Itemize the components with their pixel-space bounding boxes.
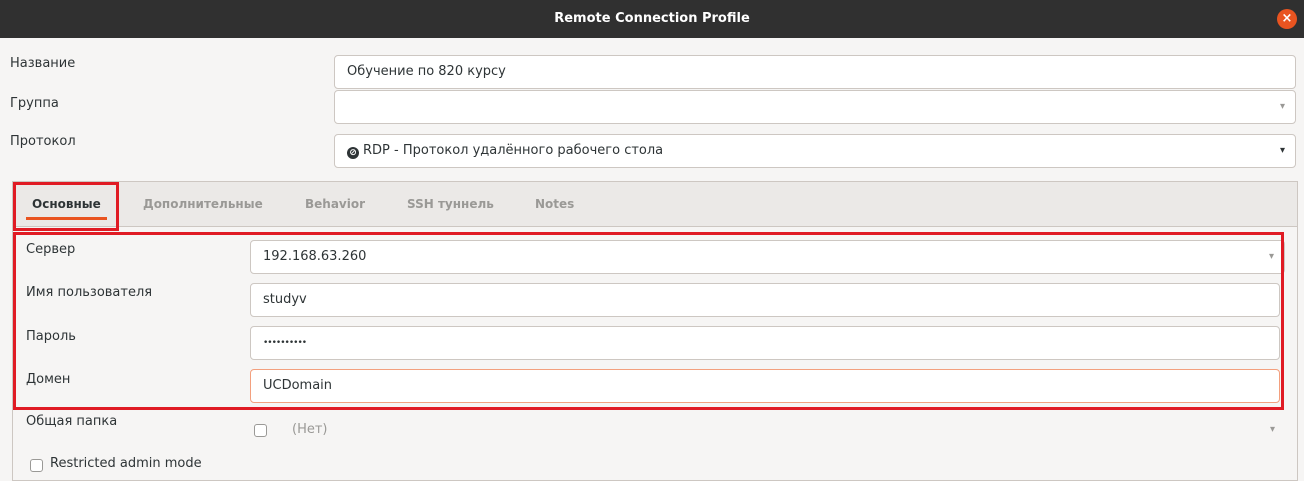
chevron-down-icon[interactable]: ▾ — [1280, 135, 1285, 167]
tab-highlight-box — [13, 182, 119, 231]
name-label: Название — [10, 56, 76, 71]
group-combobox[interactable]: ▾ — [334, 90, 1296, 124]
close-icon[interactable]: × — [1277, 9, 1297, 29]
fields-highlight-box — [13, 232, 1284, 410]
restricted-admin-checkbox[interactable] — [30, 459, 43, 472]
protocol-select-value: ⊘ RDP - Протокол удалённого рабочего стол… — [347, 135, 663, 167]
shared-folder-label: Общая папка — [26, 414, 118, 429]
tab-ssh-tunnel[interactable]: SSH туннель — [407, 182, 494, 226]
chevron-down-icon[interactable]: ▾ — [1280, 91, 1285, 123]
shared-folder-checkbox[interactable] — [254, 424, 267, 437]
group-label: Группа — [10, 96, 59, 111]
tab-advanced[interactable]: Дополнительные — [143, 182, 263, 226]
shared-folder-chooser[interactable]: (Нет) ▾ — [280, 414, 1285, 448]
name-input[interactable]: Обучение по 820 курсу — [334, 55, 1296, 89]
shared-folder-value: (Нет) — [292, 422, 328, 437]
chevron-down-icon[interactable]: ▾ — [1270, 414, 1275, 446]
protocol-select[interactable]: ⊘ RDP - Протокол удалённого рабочего стол… — [334, 134, 1296, 168]
tab-notes[interactable]: Notes — [535, 182, 574, 226]
tab-bar: Основные Дополнительные Behavior SSH тун… — [13, 182, 1297, 227]
rdp-icon: ⊘ — [347, 147, 359, 159]
tab-behavior[interactable]: Behavior — [305, 182, 365, 226]
restricted-admin-label: Restricted admin mode — [50, 456, 202, 471]
protocol-label: Протокол — [10, 134, 76, 149]
window-title: Remote Connection Profile — [554, 11, 750, 26]
name-input-value: Обучение по 820 курсу — [347, 64, 506, 79]
protocol-select-text: RDP - Протокол удалённого рабочего стола — [363, 143, 664, 158]
title-bar: Remote Connection Profile × — [0, 0, 1304, 38]
